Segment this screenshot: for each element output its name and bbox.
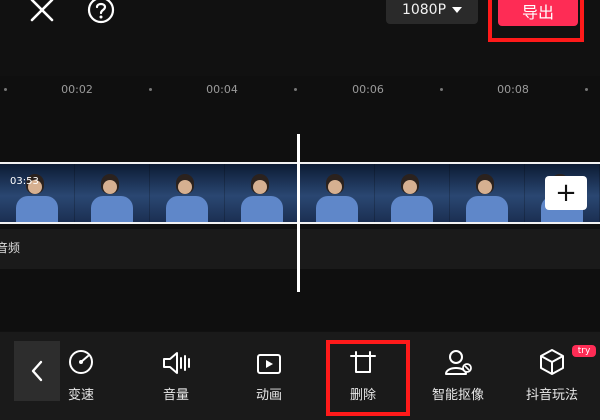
douyin-play-icon bbox=[540, 349, 564, 375]
clip-duration: 03:53 bbox=[10, 176, 39, 187]
ruler-dot bbox=[4, 88, 7, 91]
ruler-dot bbox=[440, 88, 443, 91]
tool-speed[interactable]: 变速 bbox=[41, 342, 121, 408]
video-thumbnails bbox=[0, 164, 600, 222]
plus-icon: + bbox=[555, 178, 577, 208]
ruler-dot bbox=[149, 88, 152, 91]
resolution-label: 1080P bbox=[401, 2, 447, 18]
ruler-dot bbox=[585, 88, 588, 91]
help-icon-graphic bbox=[87, 0, 115, 24]
audio-track[interactable]: 音频 bbox=[0, 229, 600, 269]
playhead[interactable] bbox=[297, 134, 300, 292]
video-frame bbox=[375, 164, 450, 222]
close-icon[interactable] bbox=[24, 0, 60, 26]
ruler-dot bbox=[294, 88, 297, 91]
resolution-dropdown[interactable]: 1080P bbox=[386, 0, 478, 24]
bottom-toolbar: 变速 音量 动画 删除 智能抠像 抖音玩法 bbox=[0, 332, 600, 420]
video-frame bbox=[75, 164, 150, 222]
video-frame bbox=[300, 164, 375, 222]
add-clip-button[interactable]: + bbox=[545, 176, 587, 210]
animation-icon bbox=[257, 354, 281, 374]
video-frame bbox=[225, 164, 300, 222]
video-clip-track[interactable]: 03:53 bbox=[0, 162, 600, 224]
tool-label: 动画 bbox=[255, 388, 282, 403]
tool-smart-cutout[interactable]: 智能抠像 bbox=[418, 342, 498, 408]
video-frame bbox=[450, 164, 525, 222]
time-ruler: 00:02 00:04 00:06 00:08 bbox=[0, 76, 600, 102]
ruler-tick: 00:04 bbox=[206, 83, 238, 96]
ruler-tick: 00:08 bbox=[497, 83, 529, 96]
tool-label: 智能抠像 bbox=[431, 388, 484, 403]
ruler-tick: 00:06 bbox=[352, 83, 384, 96]
try-badge: try bbox=[572, 345, 596, 357]
tool-volume[interactable]: 音量 bbox=[136, 342, 216, 408]
video-frame bbox=[0, 164, 75, 222]
delete-highlight-box bbox=[326, 340, 410, 416]
chevron-down-icon bbox=[452, 7, 463, 13]
tool-label: 音量 bbox=[162, 388, 189, 403]
tool-animation[interactable]: 动画 bbox=[229, 342, 309, 408]
help-icon[interactable] bbox=[84, 0, 118, 26]
smart-cutout-icon bbox=[445, 350, 472, 375]
video-frame bbox=[150, 164, 225, 222]
timeline-area[interactable]: 00:02 00:04 00:06 00:08 03:53 音频 bbox=[0, 76, 600, 331]
ruler-tick: 00:02 bbox=[61, 83, 93, 96]
speed-icon bbox=[69, 350, 93, 374]
volume-icon bbox=[163, 352, 190, 374]
audio-label: 音频 bbox=[0, 241, 21, 255]
tool-label: 变速 bbox=[67, 388, 94, 403]
tool-label: 抖音玩法 bbox=[525, 388, 578, 403]
export-highlight-box bbox=[488, 0, 584, 42]
close-icon-graphic bbox=[30, 0, 54, 22]
